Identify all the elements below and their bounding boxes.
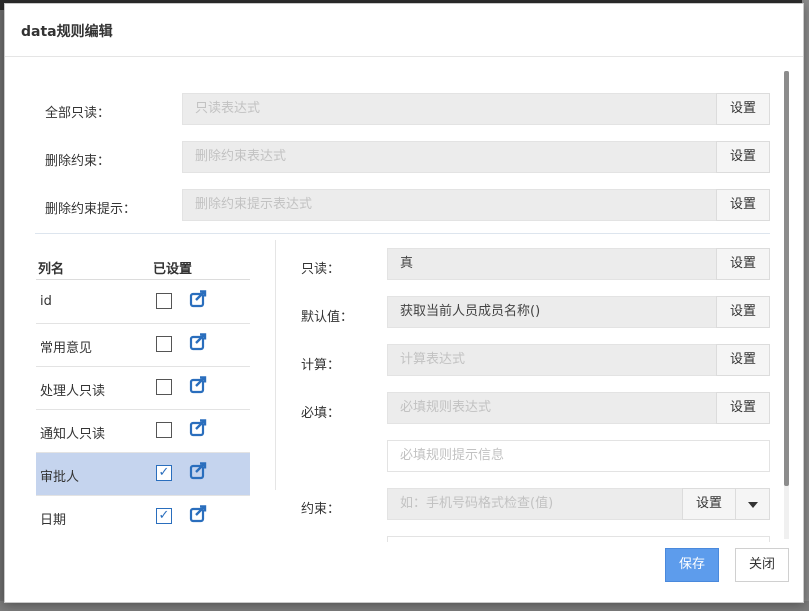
edit-icon[interactable] [189,418,209,438]
readonly-rule-set-button[interactable]: 设置 [716,248,770,280]
delete-hint-set-button[interactable]: 设置 [716,189,770,221]
column-row-common-opinion[interactable]: 常用意见 [36,324,250,367]
readonly-rule-label: 只读： [301,262,341,277]
constraint-rule-set-button[interactable]: 设置 [682,488,736,520]
close-button[interactable]: 关闭 [735,548,789,582]
dialog-title: data规则编辑 [21,24,113,40]
edit-icon[interactable] [189,375,209,395]
column-set-header: 已设置 [153,262,193,277]
delete-hint-input[interactable]: 删除约束提示表达式 [182,189,717,221]
column-row-name: id [40,294,52,309]
column-row-checkbox[interactable] [156,293,172,309]
constraint-rule-label: 约束： [301,502,341,517]
edit-icon[interactable] [189,461,209,481]
delete-constraint-input[interactable]: 删除约束表达式 [182,141,717,173]
default-rule-input[interactable]: 获取当前人员成员名称() [387,296,717,328]
constraint-rule-input[interactable]: 如：手机号码格式检查(值) [387,488,683,520]
constraint-dropdown-button[interactable] [735,488,770,520]
column-row-name: 审批人 [40,470,80,485]
column-row-name: 处理人只读 [40,384,106,399]
column-name-header: 列名 [38,262,65,277]
compute-rule-input[interactable]: 计算表达式 [387,344,717,376]
save-button[interactable]: 保存 [665,548,719,582]
column-row-checkbox[interactable]: ✓ [156,465,172,481]
column-row-notifier-readonly[interactable]: 通知人只读 [36,410,250,453]
default-rule-label: 默认值： [301,310,354,325]
required-rule-label: 必填： [301,406,341,421]
column-divider [275,240,276,490]
delete-hint-label: 删除约束提示： [45,202,137,217]
required-rule-set-button[interactable]: 设置 [716,392,770,424]
edit-icon[interactable] [189,289,209,309]
compute-rule-set-button[interactable]: 设置 [716,344,770,376]
section-divider [35,233,770,234]
delete-constraint-label: 删除约束： [45,154,111,169]
constraint-hint-input[interactable] [387,536,770,542]
compute-rule-label: 计算： [301,358,341,373]
column-row-date[interactable]: 日期 ✓ [36,496,250,539]
delete-constraint-set-button[interactable]: 设置 [716,141,770,173]
required-hint-input[interactable]: 必填规则提示信息 [387,440,770,472]
edit-icon[interactable] [189,332,209,352]
required-rule-input[interactable]: 必填规则表达式 [387,392,717,424]
column-row-name: 通知人只读 [40,427,106,442]
column-row-name: 常用意见 [40,341,93,356]
edit-icon[interactable] [189,504,209,524]
readonly-all-label: 全部只读： [45,106,111,121]
column-row-name: 日期 [40,513,67,528]
column-row-id[interactable]: id [36,281,250,324]
readonly-all-set-button[interactable]: 设置 [716,93,770,125]
dialog-header: data规则编辑 [5,4,803,57]
column-header-line [36,279,250,280]
readonly-all-input[interactable]: 只读表达式 [182,93,717,125]
rule-edit-dialog: data规则编辑 全部只读： 只读表达式 设置 删除约束： 删除约束表达式 设置… [4,3,804,603]
dialog-scrollbar[interactable] [784,71,789,539]
column-row-checkbox[interactable] [156,422,172,438]
column-row-checkbox[interactable] [156,379,172,395]
readonly-rule-input[interactable]: 真 [387,248,717,280]
default-rule-set-button[interactable]: 设置 [716,296,770,328]
column-row-checkbox[interactable] [156,336,172,352]
scrollbar-thumb[interactable] [784,71,789,486]
column-row-handler-readonly[interactable]: 处理人只读 [36,367,250,410]
column-row-approver[interactable]: 审批人 ✓ [36,453,250,496]
column-row-checkbox[interactable]: ✓ [156,508,172,524]
